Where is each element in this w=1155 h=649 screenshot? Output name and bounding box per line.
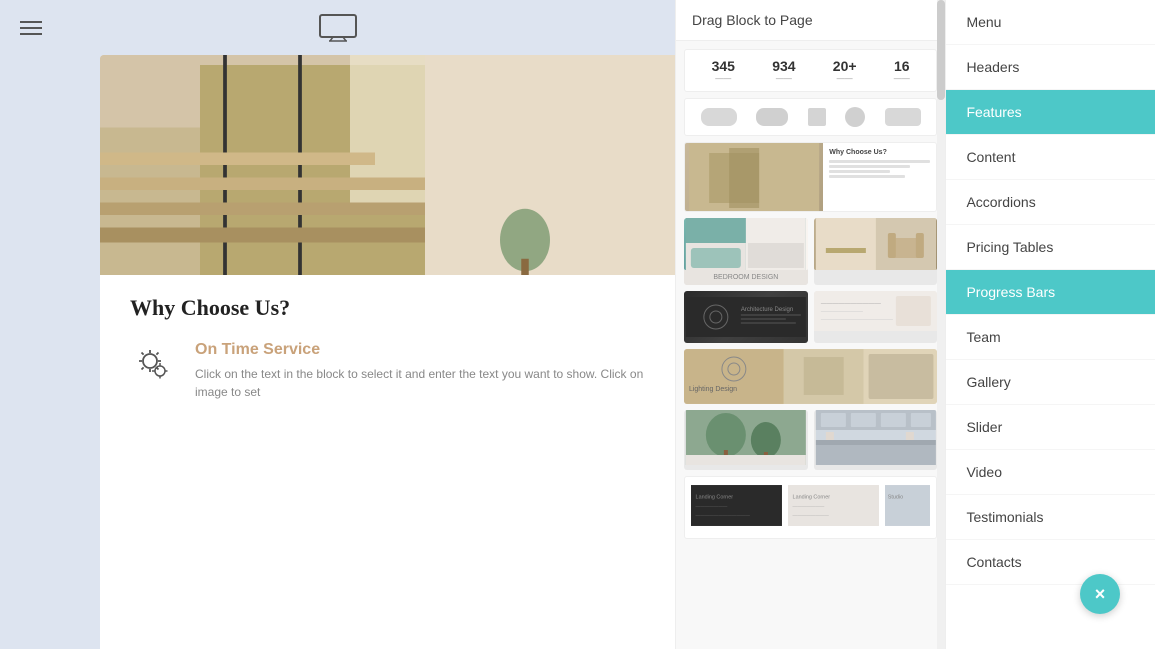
nav-item-headers[interactable]: Headers bbox=[946, 45, 1155, 90]
top-bar bbox=[0, 0, 675, 55]
thumbnails-grid: 345 —— 934 —— 20+ —— 16 —— bbox=[676, 41, 945, 547]
light-image: —————————— ——————— ———————————— bbox=[814, 291, 938, 331]
nav-item-pricing-tables[interactable]: Pricing Tables bbox=[946, 225, 1155, 270]
nav-item-features[interactable]: Features bbox=[946, 90, 1155, 135]
stat-item: 16 —— bbox=[894, 58, 910, 83]
feature-item: On Time Service Click on the text in the… bbox=[130, 341, 645, 401]
dark-room-image: Architecture Design bbox=[684, 291, 808, 343]
thumbnails-area[interactable]: Drag Block to Page 345 —— 934 —— 20+ —— … bbox=[676, 0, 945, 649]
nav-item-testimonials[interactable]: Testimonials bbox=[946, 495, 1155, 540]
logo-placeholder bbox=[885, 108, 921, 126]
feature-content: Why Choose Us? bbox=[823, 143, 936, 211]
plants-thumbnail[interactable] bbox=[684, 410, 808, 470]
nav-item-slider[interactable]: Slider bbox=[946, 405, 1155, 450]
svg-text:————————————: ———————————— bbox=[696, 513, 751, 518]
close-button[interactable]: × bbox=[1080, 574, 1120, 614]
preview-section-title: Why Choose Us? bbox=[130, 295, 645, 321]
logo-placeholder bbox=[701, 108, 737, 126]
kitchen-thumbnail[interactable] bbox=[814, 410, 938, 470]
nav-item-content[interactable]: Content bbox=[946, 135, 1155, 180]
logo-placeholder bbox=[808, 108, 826, 126]
scrollbar-thumb[interactable] bbox=[937, 0, 945, 100]
right-panel: Drag Block to Page 345 —— 934 —— 20+ —— … bbox=[675, 0, 1155, 649]
gear-icon bbox=[130, 341, 180, 391]
svg-text:Architecture Design: Architecture Design bbox=[741, 307, 793, 313]
svg-text:Studio: Studio bbox=[888, 495, 903, 501]
room-thumbnail-1[interactable]: BEDROOM DESIGN bbox=[684, 218, 808, 285]
nav-item-contacts[interactable]: Contacts bbox=[946, 540, 1155, 585]
svg-text:———————: ——————— bbox=[793, 504, 825, 509]
panel-header: Drag Block to Page bbox=[676, 0, 945, 41]
svg-text:Landing Corner: Landing Corner bbox=[696, 495, 734, 501]
preview-hero-image bbox=[100, 55, 675, 275]
nav-item-gallery[interactable]: Gallery bbox=[946, 360, 1155, 405]
logos-thumbnail[interactable] bbox=[684, 98, 937, 136]
room-image bbox=[814, 218, 938, 270]
feature-image bbox=[685, 143, 823, 211]
svg-text:———————: ——————— bbox=[696, 504, 728, 509]
preview-container: Why Choose Us? On Time Service Click on … bbox=[100, 55, 675, 649]
svg-text:————————: ———————— bbox=[793, 513, 830, 518]
feature-description: Click on the text in the block to select… bbox=[195, 365, 645, 401]
logo-placeholder bbox=[756, 108, 788, 126]
table-thumbnail[interactable]: Landing Corner ——————— ———————————— Land… bbox=[684, 476, 937, 539]
room-thumbnail-2[interactable] bbox=[814, 218, 938, 285]
stats-thumbnail[interactable]: 345 —— 934 —— 20+ —— 16 —— bbox=[684, 49, 937, 92]
nav-item-team[interactable]: Team bbox=[946, 315, 1155, 360]
feature-with-image-thumbnail[interactable]: Why Choose Us? bbox=[684, 142, 937, 212]
svg-text:Lighting Design: Lighting Design bbox=[689, 386, 737, 393]
lighting-thumbnail[interactable]: Lighting Design bbox=[684, 349, 937, 404]
nav-item-menu[interactable]: Menu bbox=[946, 0, 1155, 45]
dark-light-row: Architecture Design —————————— bbox=[684, 291, 937, 343]
svg-text:———————: ——————— bbox=[821, 309, 863, 315]
nav-item-accordions[interactable]: Accordions bbox=[946, 180, 1155, 225]
light-thumbnail[interactable]: —————————— ——————— ———————————— bbox=[814, 291, 938, 343]
drag-block-title: Drag Block to Page bbox=[692, 12, 813, 28]
logo-placeholder bbox=[845, 107, 865, 127]
nav-item-progress-bars[interactable]: Progress Bars bbox=[946, 270, 1155, 315]
scrollbar-track[interactable] bbox=[937, 0, 945, 649]
hamburger-icon[interactable] bbox=[20, 21, 42, 35]
nav-item-video[interactable]: Video bbox=[946, 450, 1155, 495]
svg-text:——————————: —————————— bbox=[821, 301, 881, 307]
preview-content: Why Choose Us? On Time Service Click on … bbox=[100, 275, 675, 436]
svg-text:————————————: ———————————— bbox=[821, 317, 893, 323]
stat-item: 934 —— bbox=[772, 58, 795, 83]
svg-text:Landing Corner: Landing Corner bbox=[793, 495, 831, 501]
plants-row bbox=[684, 410, 937, 470]
feature-title: On Time Service bbox=[195, 341, 645, 359]
nav-list: Menu Headers Features Content Accordions… bbox=[945, 0, 1155, 649]
stat-item: 345 —— bbox=[712, 58, 735, 83]
room-thumbs-row: BEDROOM DESIGN bbox=[684, 218, 937, 285]
monitor-icon bbox=[318, 13, 358, 43]
stat-item: 20+ —— bbox=[833, 58, 857, 83]
sofa-image bbox=[684, 218, 808, 270]
left-panel: Why Choose Us? On Time Service Click on … bbox=[0, 0, 675, 649]
dark-thumbnail[interactable]: Architecture Design bbox=[684, 291, 808, 343]
feature-text: On Time Service Click on the text in the… bbox=[195, 341, 645, 401]
